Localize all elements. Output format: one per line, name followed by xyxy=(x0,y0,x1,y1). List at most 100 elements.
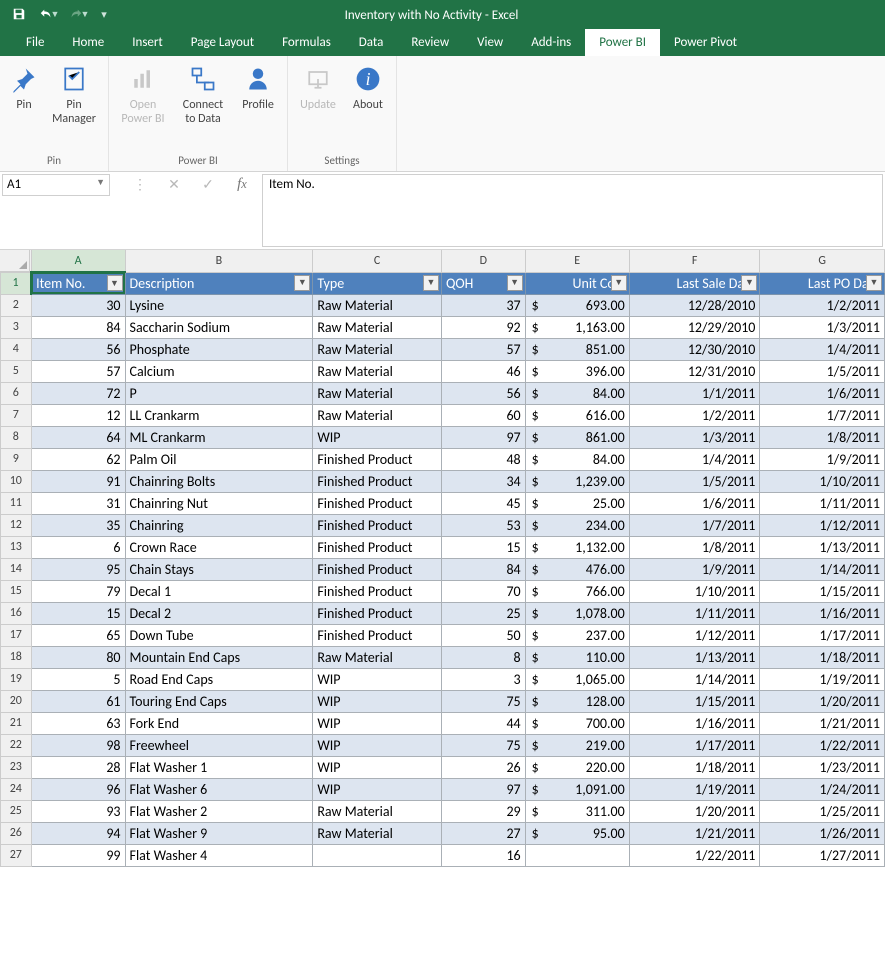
cell[interactable]: 61 xyxy=(31,690,125,712)
cell[interactable]: 44 xyxy=(441,712,525,734)
tab-formulas[interactable]: Formulas xyxy=(268,29,345,56)
filter-dropdown-icon[interactable]: ▼ xyxy=(611,275,627,291)
cell[interactable]: WIP xyxy=(313,668,442,690)
cell[interactable]: 1/8/2011 xyxy=(760,426,885,448)
tab-data[interactable]: Data xyxy=(345,29,398,56)
col-header-g[interactable]: G xyxy=(760,250,885,272)
cell[interactable]: 1/23/2011 xyxy=(760,756,885,778)
cell[interactable]: 1/21/2011 xyxy=(760,712,885,734)
cell[interactable]: 72 xyxy=(31,382,125,404)
cell[interactable]: 63 xyxy=(31,712,125,734)
connect-to-data-button[interactable]: Connect to Data xyxy=(173,60,233,129)
row-header[interactable]: 17 xyxy=(1,624,32,646)
cell[interactable]: 1/8/2011 xyxy=(629,536,760,558)
row-header[interactable]: 12 xyxy=(1,514,32,536)
cell[interactable]: Finished Product xyxy=(313,492,442,514)
row-header[interactable]: 21 xyxy=(1,712,32,734)
cell[interactable]: 1/18/2011 xyxy=(629,756,760,778)
cell[interactable]: 1/22/2011 xyxy=(760,734,885,756)
cell[interactable]: 95 xyxy=(31,558,125,580)
cell[interactable]: 75 xyxy=(441,734,525,756)
cell[interactable]: $616.00 xyxy=(525,404,629,426)
cell[interactable]: 1/5/2011 xyxy=(629,470,760,492)
filter-dropdown-icon[interactable]: ▼ xyxy=(294,275,310,291)
cell[interactable]: Finished Product xyxy=(313,448,442,470)
cell[interactable]: 1/9/2011 xyxy=(629,558,760,580)
select-all-button[interactable] xyxy=(0,250,30,272)
cell[interactable]: Touring End Caps xyxy=(125,690,313,712)
cell[interactable]: $1,132.00 xyxy=(525,536,629,558)
cell[interactable]: 98 xyxy=(31,734,125,756)
cell[interactable]: Flat Washer 4 xyxy=(125,844,313,866)
cell[interactable]: 34 xyxy=(441,470,525,492)
formula-opts-icon[interactable]: ⋮ xyxy=(128,174,152,194)
cell[interactable]: Raw Material xyxy=(313,316,442,338)
cell[interactable]: Raw Material xyxy=(313,646,442,668)
cell[interactable]: $1,065.00 xyxy=(525,668,629,690)
cell[interactable]: 1/14/2011 xyxy=(760,558,885,580)
cell[interactable]: 1/16/2011 xyxy=(629,712,760,734)
tab-power-pivot[interactable]: Power Pivot xyxy=(660,29,751,56)
tab-addins[interactable]: Add-ins xyxy=(517,29,585,56)
cell[interactable]: 97 xyxy=(441,426,525,448)
cell[interactable]: 1/11/2011 xyxy=(760,492,885,514)
cell[interactable]: 6 xyxy=(31,536,125,558)
cell[interactable]: WIP xyxy=(313,712,442,734)
cell[interactable]: 1/25/2011 xyxy=(760,800,885,822)
cell[interactable]: 12/29/2010 xyxy=(629,316,760,338)
col-header-b[interactable]: B xyxy=(125,250,313,272)
cell[interactable]: 96 xyxy=(31,778,125,800)
cell[interactable]: LL Crankarm xyxy=(125,404,313,426)
cell[interactable]: 1/5/2011 xyxy=(760,360,885,382)
cell[interactable]: P xyxy=(125,382,313,404)
insert-function-button[interactable]: fx xyxy=(230,174,254,194)
cell[interactable]: 60 xyxy=(441,404,525,426)
cell[interactable]: Phosphate xyxy=(125,338,313,360)
row-header[interactable]: 27 xyxy=(1,844,32,866)
table-header-unit-cost[interactable]: Unit Cost▼ xyxy=(525,272,629,294)
cell[interactable]: $1,163.00 xyxy=(525,316,629,338)
cell[interactable]: 97 xyxy=(441,778,525,800)
redo-button[interactable]: ▼ xyxy=(66,2,92,26)
row-header[interactable]: 24 xyxy=(1,778,32,800)
row-header[interactable]: 20 xyxy=(1,690,32,712)
cell[interactable]: Finished Product xyxy=(313,602,442,624)
cell[interactable] xyxy=(313,844,442,866)
cell[interactable]: 8 xyxy=(441,646,525,668)
row-header[interactable]: 4 xyxy=(1,338,32,360)
cell[interactable]: 1/15/2011 xyxy=(629,690,760,712)
cell[interactable]: Raw Material xyxy=(313,382,442,404)
cell[interactable]: WIP xyxy=(313,690,442,712)
row-header[interactable]: 7 xyxy=(1,404,32,426)
cell[interactable]: WIP xyxy=(313,734,442,756)
cell[interactable]: 1/26/2011 xyxy=(760,822,885,844)
row-header[interactable]: 23 xyxy=(1,756,32,778)
row-header[interactable]: 16 xyxy=(1,602,32,624)
name-box[interactable]: A1 ▼ xyxy=(2,174,110,196)
cell[interactable]: Crown Race xyxy=(125,536,313,558)
cell[interactable]: 1/1/2011 xyxy=(629,382,760,404)
cell[interactable]: Flat Washer 9 xyxy=(125,822,313,844)
row-header[interactable]: 3 xyxy=(1,316,32,338)
cell[interactable]: 1/18/2011 xyxy=(760,646,885,668)
table-header-qoh[interactable]: QOH▼ xyxy=(441,272,525,294)
cell[interactable]: $693.00 xyxy=(525,294,629,316)
save-button[interactable] xyxy=(6,2,32,26)
cell[interactable]: 1/21/2011 xyxy=(629,822,760,844)
cell[interactable]: $1,239.00 xyxy=(525,470,629,492)
cell[interactable]: Mountain End Caps xyxy=(125,646,313,668)
row-header[interactable]: 10 xyxy=(1,470,32,492)
col-header-a[interactable]: A xyxy=(31,250,125,272)
cell[interactable]: 1/6/2011 xyxy=(629,492,760,514)
cell[interactable]: 1/7/2011 xyxy=(629,514,760,536)
cell[interactable]: Fork End xyxy=(125,712,313,734)
cell[interactable]: 1/2/2011 xyxy=(760,294,885,316)
cell[interactable]: 65 xyxy=(31,624,125,646)
cell[interactable]: Chain Stays xyxy=(125,558,313,580)
col-header-f[interactable]: F xyxy=(629,250,760,272)
tab-home[interactable]: Home xyxy=(58,29,118,56)
cell[interactable]: $1,078.00 xyxy=(525,602,629,624)
cell[interactable]: 1/16/2011 xyxy=(760,602,885,624)
cell[interactable]: $311.00 xyxy=(525,800,629,822)
cell[interactable]: 62 xyxy=(31,448,125,470)
